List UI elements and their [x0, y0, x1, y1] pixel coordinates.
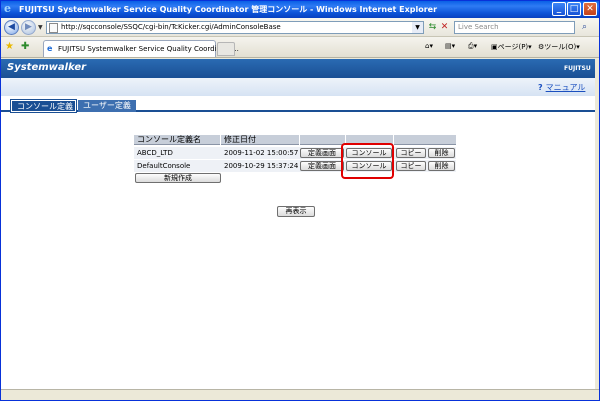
page-icon — [49, 23, 58, 33]
definition-tabs: コンソール定義 ユーザー定義 — [1, 99, 595, 113]
window-title: FUJITSU Systemwalker Service Quality Coo… — [19, 5, 438, 14]
page-menu[interactable]: ▣ページ(P)▾ — [491, 42, 532, 52]
print-icon[interactable]: ⎙▾ — [468, 42, 477, 51]
app-header: Systemwalker FUJITSU — [1, 59, 595, 78]
scrollbar[interactable] — [595, 59, 599, 389]
add-favorite-icon[interactable]: ✚ — [21, 41, 29, 52]
table-row: ABCD_LTD 2009-11-02 15:00:57 定義画面 コンソール … — [134, 147, 456, 159]
ie-tab-icon: e — [47, 44, 53, 53]
tab-console-definition[interactable]: コンソール定義 — [10, 99, 77, 113]
copy-button[interactable]: コピー — [396, 148, 426, 158]
header-definition-name: コンソール定義名 — [134, 135, 220, 145]
manual-link[interactable]: ? マニュアル — [538, 82, 585, 93]
ie-icon: e — [4, 2, 11, 15]
feeds-icon[interactable]: ▤▾ — [445, 42, 455, 50]
page-menu-label: ページ(P) — [497, 43, 529, 51]
tab-user-definition[interactable]: ユーザー定義 — [78, 100, 136, 112]
new-tab-button[interactable] — [217, 42, 235, 56]
new-create-button[interactable]: 新規作成 — [135, 173, 221, 183]
console-name: DefaultConsole — [137, 162, 191, 170]
help-icon: ? — [538, 83, 543, 92]
manual-link-label: マニュアル — [545, 83, 586, 92]
header-empty-1 — [300, 135, 345, 145]
stop-icon[interactable]: ✕ — [438, 21, 451, 34]
search-icon[interactable]: ⌕ — [578, 21, 591, 34]
search-input[interactable]: Live Search — [454, 21, 575, 34]
address-row: ◀ ▶ ▼ http://sqcconsole/SSQC/cgi-bin/TcK… — [1, 18, 599, 37]
close-button[interactable]: ✕ — [583, 2, 597, 16]
maximize-button[interactable]: □ — [567, 2, 581, 16]
back-button[interactable]: ◀ — [4, 20, 19, 35]
address-bar[interactable]: http://sqcconsole/SSQC/cgi-bin/TcKicker.… — [46, 21, 424, 34]
page-content: Systemwalker FUJITSU ? マニュアル コンソール定義 ユーザー… — [1, 59, 595, 389]
search-placeholder: Live Search — [458, 23, 499, 31]
modified-date: 2009-11-02 15:00:57 — [224, 149, 299, 157]
address-dropdown-icon[interactable]: ▼ — [412, 22, 423, 33]
console-name: ABCD_LTD — [137, 149, 173, 157]
sub-header: ? マニュアル — [1, 78, 595, 96]
tab-row: ★ ✚ e FUJITSU Systemwalker Service Quali… — [1, 37, 599, 58]
minimize-button[interactable]: _ — [552, 2, 566, 16]
url-text[interactable]: http://sqcconsole/SSQC/cgi-bin/TcKicker.… — [61, 23, 281, 31]
systemwalker-logo: Systemwalker — [7, 62, 87, 73]
home-icon[interactable]: ⌂▾ — [425, 42, 433, 50]
history-dropdown-icon[interactable]: ▼ — [38, 24, 43, 31]
tab-label: FUJITSU Systemwalker Service Quality Coo… — [58, 45, 239, 53]
tools-menu-label: ツール(O) — [544, 43, 577, 51]
favorites-star-icon[interactable]: ★ — [5, 41, 14, 52]
console-buttons-highlight — [341, 143, 394, 179]
header-empty-3 — [394, 135, 456, 145]
copy-button[interactable]: コピー — [396, 161, 426, 171]
page-menu-icon: ▣ — [491, 43, 498, 51]
title-bar[interactable]: e FUJITSU Systemwalker Service Quality C… — [1, 1, 599, 18]
definition-screen-button[interactable]: 定義画面 — [300, 148, 344, 158]
fujitsu-logo: FUJITSU — [564, 65, 591, 72]
forward-button[interactable]: ▶ — [21, 20, 36, 35]
table-row: DefaultConsole 2009-10-29 15:37:24 定義画面 … — [134, 160, 456, 172]
refresh-button[interactable]: 再表示 — [277, 206, 315, 217]
definition-screen-button[interactable]: 定義画面 — [300, 161, 344, 171]
browser-tab[interactable]: e FUJITSU Systemwalker Service Quality C… — [43, 40, 239, 57]
status-bar — [1, 389, 599, 400]
delete-button[interactable]: 削除 — [428, 148, 455, 158]
header-modified-date: 修正日付 — [221, 135, 299, 145]
delete-button[interactable]: 削除 — [428, 161, 455, 171]
modified-date: 2009-10-29 15:37:24 — [224, 162, 299, 170]
tools-menu[interactable]: ⚙ツール(O)▾ — [538, 42, 580, 52]
browser-window: e FUJITSU Systemwalker Service Quality C… — [0, 0, 600, 401]
